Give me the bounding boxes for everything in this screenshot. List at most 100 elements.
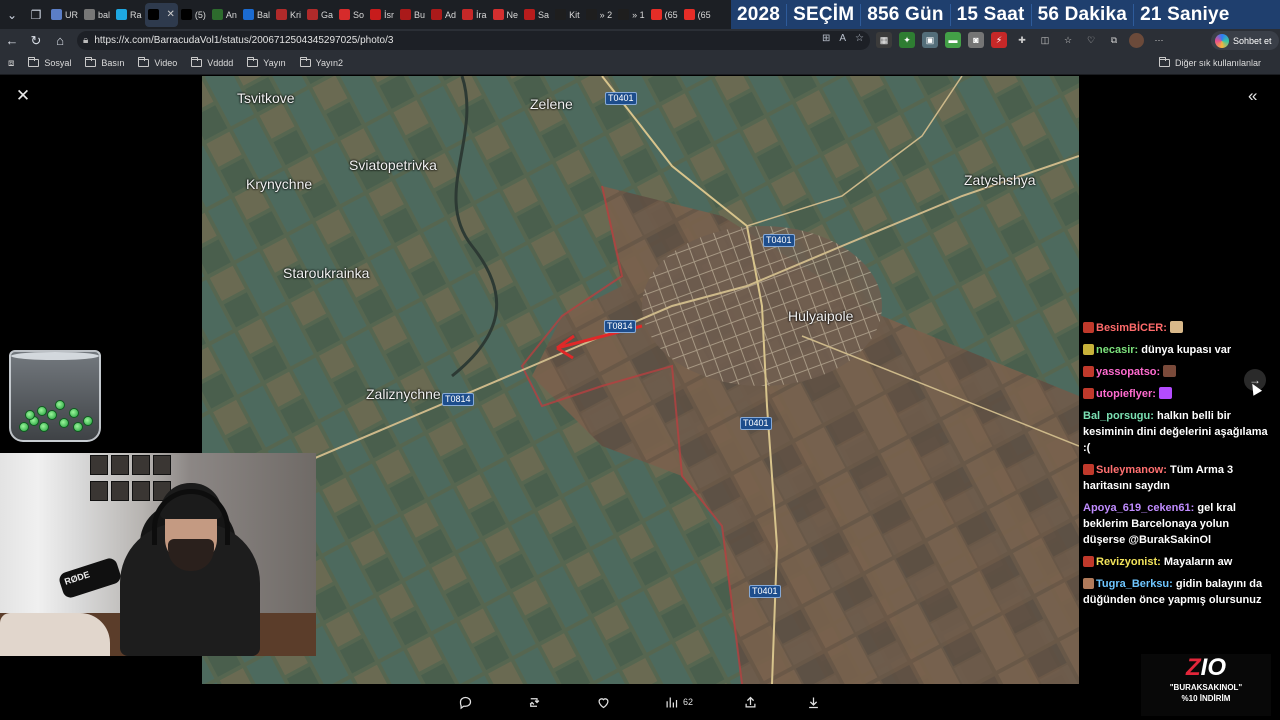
bookmark-folder[interactable]: Video	[131, 53, 184, 73]
browser-tab[interactable]: Kit	[552, 3, 583, 27]
address-bar[interactable]: 🔒︎ https://x.com/BarracudaVol1/status/20…	[77, 31, 870, 50]
browser-tab[interactable]: (65	[648, 3, 681, 27]
browser-tab[interactable]: Sa	[521, 3, 552, 27]
tab-label: İra	[476, 9, 487, 20]
jar-gem	[39, 422, 49, 432]
other-favorites-folder[interactable]: Diğer sık kullanılanlar	[1152, 53, 1268, 73]
chat-message: Bal_porsugu: halkın belli bir kesiminin …	[1083, 408, 1273, 456]
bookmarks-toggle[interactable]: ⧈	[0, 53, 21, 73]
browser-tab[interactable]: An	[209, 3, 240, 27]
browser-tab[interactable]: Ne	[490, 3, 522, 27]
extensions-area: ▦ ✦ ▣ ▬ ◙ ⚡︎ ✚ ◫ ☆ ♡ ⧉ ⋯	[876, 32, 1167, 48]
refresh-icon[interactable]: ↻	[24, 31, 48, 51]
browser-tab[interactable]: ✕	[144, 2, 178, 27]
read-aloud-icon[interactable]: A	[839, 33, 846, 44]
browser-tab[interactable]: İra	[459, 3, 490, 27]
browser-tab[interactable]: Kri	[273, 3, 304, 27]
place-label: Zatyshshya	[964, 172, 1036, 188]
url-text[interactable]: https://x.com/BarracudaVol1/status/20067…	[94, 35, 393, 46]
browser-tab[interactable]: Ra	[113, 3, 145, 27]
browser-tab[interactable]: Bal	[240, 3, 273, 27]
extension-grid-icon[interactable]: ▦	[876, 32, 892, 48]
browser-tab[interactable]: Bu	[397, 3, 428, 27]
browser-tab[interactable]: (5)	[178, 3, 209, 27]
extension-red-icon[interactable]: ⚡︎	[991, 32, 1007, 48]
map-photo[interactable]: Tsvitkove Zelene Krynychne Sviatopetrivk…	[202, 76, 1079, 684]
extension-camera-icon[interactable]: ◙	[968, 32, 984, 48]
favorite-star-icon[interactable]: ☆	[855, 33, 864, 44]
collapse-sidebar-icon[interactable]: «	[1248, 86, 1257, 106]
jar-gem	[83, 416, 93, 426]
split-screen-icon[interactable]: ◫	[1037, 32, 1053, 48]
tab-label: Bal	[256, 9, 270, 20]
browser-tab[interactable]: Ga	[304, 3, 336, 27]
profile-avatar[interactable]	[1129, 32, 1144, 48]
chat-message: Revizyonist: Mayaların aw	[1083, 554, 1273, 570]
place-label: Hulyaipole	[788, 308, 854, 324]
workspaces-icon[interactable]: ❐	[24, 4, 48, 26]
bookmark-label: Yayın	[263, 58, 286, 68]
folder-icon	[247, 57, 259, 67]
browser-tab[interactable]: İsr	[367, 3, 397, 27]
browser-tab[interactable]: » 2	[583, 3, 616, 27]
bookmark-folder[interactable]: Vdddd	[184, 53, 240, 73]
extensions-puzzle-icon[interactable]: ✚	[1014, 32, 1030, 48]
chat-badge-icon	[1083, 464, 1094, 475]
ten-icon	[585, 9, 597, 20]
favorites-icon[interactable]: ☆	[1060, 32, 1076, 48]
folder-icon	[85, 57, 97, 67]
back-arrow-icon[interactable]: ←	[0, 31, 24, 51]
bookmark-folders: Sosyal Basın Video Vdddd Yayın Yayın2	[21, 53, 350, 73]
chat-message: Tugra_Berksu: gidin balayını da düğünden…	[1083, 576, 1273, 608]
bookmark-folder[interactable]: Yayın2	[293, 53, 350, 73]
extension-green-icon[interactable]: ▬	[945, 32, 961, 48]
download-button[interactable]	[806, 693, 821, 711]
browser-tab[interactable]: » 1	[615, 3, 648, 27]
chat-badge-icon	[1083, 556, 1094, 567]
browser-essentials-icon[interactable]: ♡	[1083, 32, 1099, 48]
browser-tab[interactable]: bal	[81, 3, 113, 27]
close-icon[interactable]: ✕	[15, 87, 31, 104]
copilot-button[interactable]: Sohbet et	[1211, 31, 1279, 50]
chat-message: Apoya_619_ceken61: gel kral beklerim Bar…	[1083, 500, 1273, 548]
chat-badge-icon	[1083, 366, 1094, 377]
app-available-icon[interactable]: ⊞	[822, 33, 830, 44]
satellite-map-graphic	[202, 76, 1079, 684]
bookmark-folder[interactable]: Sosyal	[21, 53, 78, 73]
tab-actions-chevron-icon[interactable]: ⌄	[0, 4, 24, 26]
views-count: 62	[683, 697, 694, 707]
browser-tab[interactable]: (65	[681, 3, 714, 27]
jar-gem	[69, 408, 79, 418]
share-button[interactable]	[743, 693, 758, 711]
chat-username: Revizyonist:	[1096, 556, 1161, 568]
home-icon[interactable]: ⌂	[48, 31, 72, 51]
repost-button[interactable]	[527, 693, 542, 711]
copilot-label: Sohbet et	[1233, 35, 1272, 46]
chat-emote-icon	[1158, 387, 1172, 399]
countdown-year: 2028	[737, 3, 781, 25]
youtube-icon	[650, 9, 662, 20]
collections-icon[interactable]: ⧉	[1106, 32, 1122, 48]
browser-tab[interactable]: Ad	[428, 3, 459, 27]
extension-puzzle-icon[interactable]: ✦	[899, 32, 915, 48]
chat-badge-icon	[1083, 388, 1094, 399]
jar-gem	[19, 422, 29, 432]
place-label: Staroukrainka	[283, 265, 370, 281]
countdown-minutes: 56 Dakika	[1037, 3, 1128, 25]
browser-tab[interactable]: UR	[48, 3, 81, 27]
more-options-icon[interactable]: ⋯	[1151, 32, 1167, 48]
views-button[interactable]: 62	[664, 693, 693, 711]
reply-button[interactable]	[458, 693, 473, 711]
sponsor-logo: ZIO	[1185, 654, 1226, 681]
folder-icon	[28, 57, 40, 67]
browser-tab[interactable]: So	[336, 3, 367, 27]
tab-label: » 2	[599, 9, 613, 20]
g-icon	[306, 9, 318, 20]
bookmark-folder[interactable]: Yayın	[240, 53, 292, 73]
news-icon	[431, 9, 442, 20]
like-button[interactable]	[596, 693, 611, 711]
bookmark-folder[interactable]: Basın	[78, 53, 131, 73]
chat-username: Apoya_619_ceken61:	[1083, 502, 1195, 514]
tab-close-icon[interactable]: ✕	[165, 9, 175, 20]
extension-image-icon[interactable]: ▣	[922, 32, 938, 48]
